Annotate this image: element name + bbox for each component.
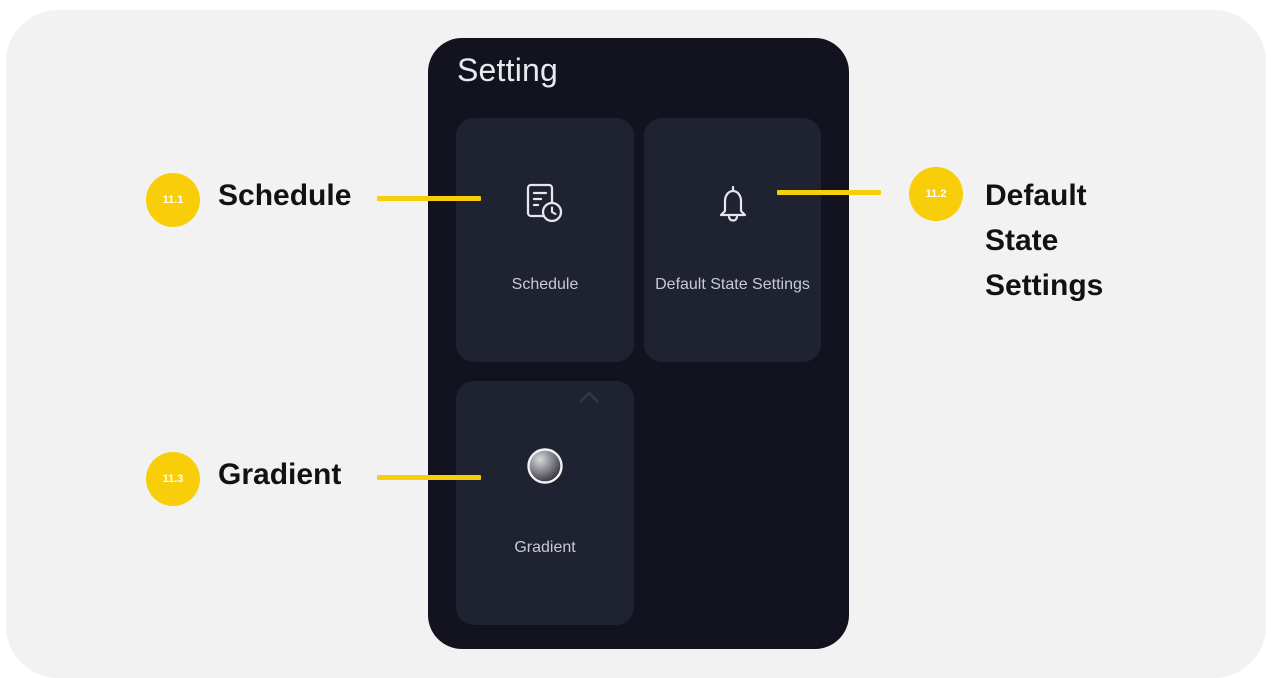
schedule-card[interactable]: Schedule [456,118,634,362]
default-state-settings-card-label: Default State Settings [655,276,810,293]
faint-pointer-icon [578,390,600,404]
callout-badge-11-3: 11.3 [146,452,200,506]
connector-line-schedule [377,196,481,201]
settings-screen: Setting Schedule Default State Settings [428,38,849,649]
callout-label-default-state-settings: Default State Settings [985,179,1104,302]
bell-icon [715,184,751,227]
callout-badge-11-2: 11.2 [909,167,963,221]
gradient-icon [526,447,564,490]
gradient-card-label: Gradient [514,539,576,556]
callout-label-schedule: Schedule [218,179,352,212]
callout-badge-11-1: 11.1 [146,173,200,227]
schedule-icon [525,182,565,229]
gradient-card[interactable]: Gradient [456,381,634,625]
connector-line-default-state [777,190,881,195]
connector-line-gradient [377,475,481,480]
default-state-settings-card[interactable]: Default State Settings [644,118,821,362]
page-title: Setting [457,52,559,88]
schedule-card-label: Schedule [511,276,579,293]
callout-label-gradient: Gradient [218,458,342,491]
